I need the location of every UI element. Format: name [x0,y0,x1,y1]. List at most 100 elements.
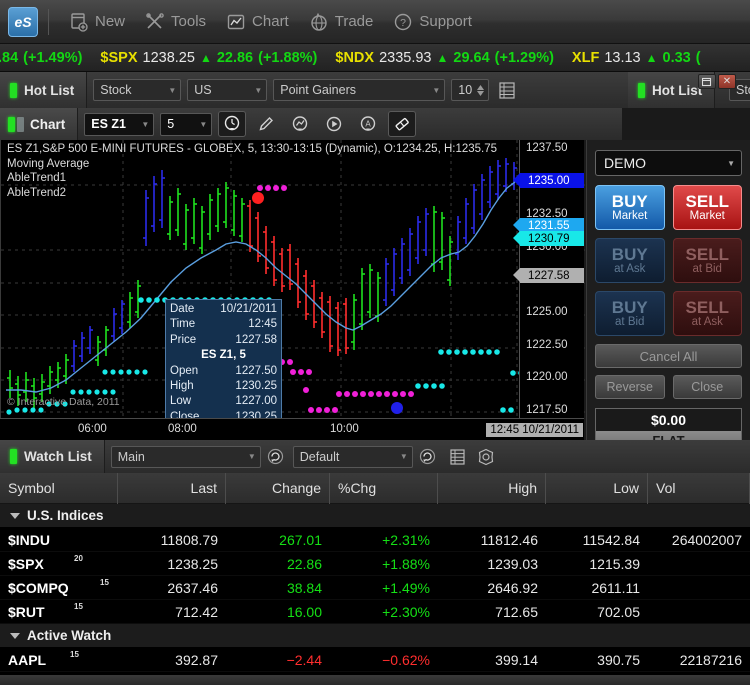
restore-window-button[interactable] [698,74,716,89]
hotlist-panel-tab[interactable]: Hot List [0,72,88,108]
menu-item-tools[interactable]: Tools [135,8,216,36]
chart-eraser-button[interactable] [388,111,417,137]
collapse-triangle-icon[interactable] [10,512,20,519]
time-template-icon [225,115,240,131]
ticker-tape[interactable]: .84 (+1.49%) $SPX 1238.25 ▲ 22.86 (+1.88… [0,44,750,72]
watchlist-panel-tab[interactable]: Watch List [0,440,105,473]
chart-interval-dropdown[interactable]: 5 ▼ [160,112,213,136]
ticker-up-arrow-icon: ▲ [645,50,658,65]
close-icon: ✕ [722,76,732,87]
ticker-item-xlf[interactable]: XLF 13.13 ▲ 0.33 ( [572,50,701,66]
chart-copyright: © Interactive Data, 2011 [7,396,120,408]
watchlist-list-dropdown[interactable]: Main ▼ [110,445,261,468]
chart-time-template-button[interactable] [218,111,247,137]
watchlist-group-header[interactable]: Active Watch [0,624,750,648]
hotlist-type-dropdown[interactable]: Point Gainers ▼ [273,79,446,101]
buy-at-bid-button[interactable]: BUY at Bid [595,291,665,336]
ticker-pct-xlf: ( [695,49,701,66]
chart-analytics-button[interactable] [286,111,314,137]
table-row[interactable]: AAPL 15 392.87 −2.44 −0.62% 399.14 390.75… [0,648,750,672]
stepper-arrows-icon[interactable] [477,84,485,96]
column-header-symbol[interactable]: Symbol [0,472,118,504]
column-header-vol[interactable]: Vol [648,472,750,504]
row-pct: +2.30% [382,603,430,620]
chart-symbol-dropdown[interactable]: ES Z1 ▼ [84,112,155,136]
chart-window-controls[interactable]: ✕ [698,74,736,89]
menu-item-new[interactable]: New [59,8,135,36]
table-row[interactable]: $COMPQ 15 2637.46 38.84 +1.49% 2646.92 26… [0,576,750,600]
study-label-0: Moving Average [7,157,90,170]
row-vol [648,600,750,624]
table-row[interactable]: $SPX 20 1238.25 22.86 +1.88% 1239.03 1215… [0,552,750,576]
table-row[interactable]: $RUT 15 712.42 16.00 +2.30% 712.65 702.05 [0,600,750,624]
close-window-button[interactable]: ✕ [718,74,736,89]
row-last: 11808.79 [160,531,218,548]
watchlist-layout-refresh-button[interactable] [417,446,439,468]
chart-plot-area[interactable]: ES Z1,S&P 500 E-MINI FUTURES - GLOBEX, 5… [0,140,585,428]
restore-icon [701,77,711,86]
menu-item-support[interactable]: ? Support [383,8,482,36]
tooltip-value-low: 1227.00 [235,395,277,408]
ticker-up-arrow-icon: ▲ [436,50,449,65]
buy-market-button[interactable]: BUY Market [595,185,665,230]
sell-at-bid-line2: at Bid [692,263,722,276]
sell-at-ask-button[interactable]: SELL at Ask [672,291,742,336]
collapse-triangle-icon[interactable] [10,632,20,639]
ticker-last-spx: 1238.25 [142,49,195,66]
hotlist-region-dropdown[interactable]: US ▼ [187,79,268,101]
table-row[interactable]: $INDU 11808.79 267.01 +2.31% 11812.46 11… [0,528,750,552]
watchlist-rows[interactable]: U.S. Indices $INDU 11808.79 267.01 +2.31… [0,504,750,685]
menu-item-trade[interactable]: Trade [299,8,384,36]
row-last: 392.87 [175,651,218,668]
hotlist-count-stepper[interactable]: 10 [451,79,490,101]
menu-item-chart[interactable]: Chart [216,8,299,36]
chart-title: Chart [30,116,66,132]
ticker-item-spx[interactable]: $SPX 1238.25 ▲ 22.86 (+1.88%) [100,50,317,66]
column-header-low[interactable]: Low [546,472,648,504]
sell-at-bid-button[interactable]: SELL at Bid [672,238,742,283]
price-tag-bid-value: 1230.79 [528,232,570,245]
tag-pointer-icon [513,231,520,245]
sell-market-button[interactable]: SELL Market [672,185,742,230]
chart-panel-tab[interactable]: Chart [0,108,79,140]
watchlist-layout-dropdown[interactable]: Default ▼ [292,445,413,468]
account-value: DEMO [604,155,646,171]
chart-draw-button[interactable] [252,111,280,137]
close-position-button[interactable]: Close [672,375,742,399]
watchlist-group-header[interactable]: U.S. Indices [0,504,750,528]
account-dropdown[interactable]: DEMO ▼ [595,150,742,176]
cancel-all-button[interactable]: Cancel All [595,344,742,368]
app-logo[interactable]: eS [8,6,38,37]
row-symbol: $INDU [8,531,51,548]
watchlist-list-refresh-button[interactable] [265,446,287,468]
chart-header-labels: ES Z1,S&P 500 E-MINI FUTURES - GLOBEX, 5… [7,142,497,200]
hotlist-asset-type-dropdown[interactable]: Stock ▼ [93,79,182,101]
tag-pointer-icon [513,173,520,187]
chart-play-button[interactable] [320,111,348,137]
menu-label-support: Support [419,13,472,30]
pencil-draw-icon [259,117,274,131]
chevron-down-icon: ▼ [399,452,408,461]
price-tick-5: 1220.00 [526,371,568,383]
row-delay-badge: 15 [100,577,109,587]
chart-price-axis[interactable]: 1237.50 1232.50 1230.00 1225.00 1222.50 … [513,140,584,428]
column-header-last[interactable]: Last [118,472,226,504]
buy-at-ask-button[interactable]: BUY at Ask [595,238,665,283]
grid-icon [450,448,465,465]
eraser-icon [395,118,409,131]
column-header-pct[interactable]: %Chg [330,472,438,504]
analytics-icon [293,116,308,131]
watchlist-settings-button[interactable] [475,446,497,468]
reverse-button[interactable]: Reverse [595,375,665,399]
ticker-item-partial[interactable]: .84 (+1.49%) [0,50,82,66]
row-last: 1238.25 [167,555,218,572]
column-header-high[interactable]: High [438,472,546,504]
buy-market-line2: Market [612,210,648,223]
watchlist-list-value: Main [117,449,145,464]
chart-annotation-button[interactable]: A [354,111,382,137]
ticker-item-ndx[interactable]: $NDX 2335.93 ▲ 29.64 (+1.29%) [335,50,554,66]
chart-time-axis[interactable]: 06:00 08:00 10:00 12:45 10/21/2011 [0,418,584,440]
column-header-change[interactable]: Change [226,472,330,504]
hotlist-grid-button[interactable] [496,79,518,101]
watchlist-grid-button[interactable] [447,446,469,468]
